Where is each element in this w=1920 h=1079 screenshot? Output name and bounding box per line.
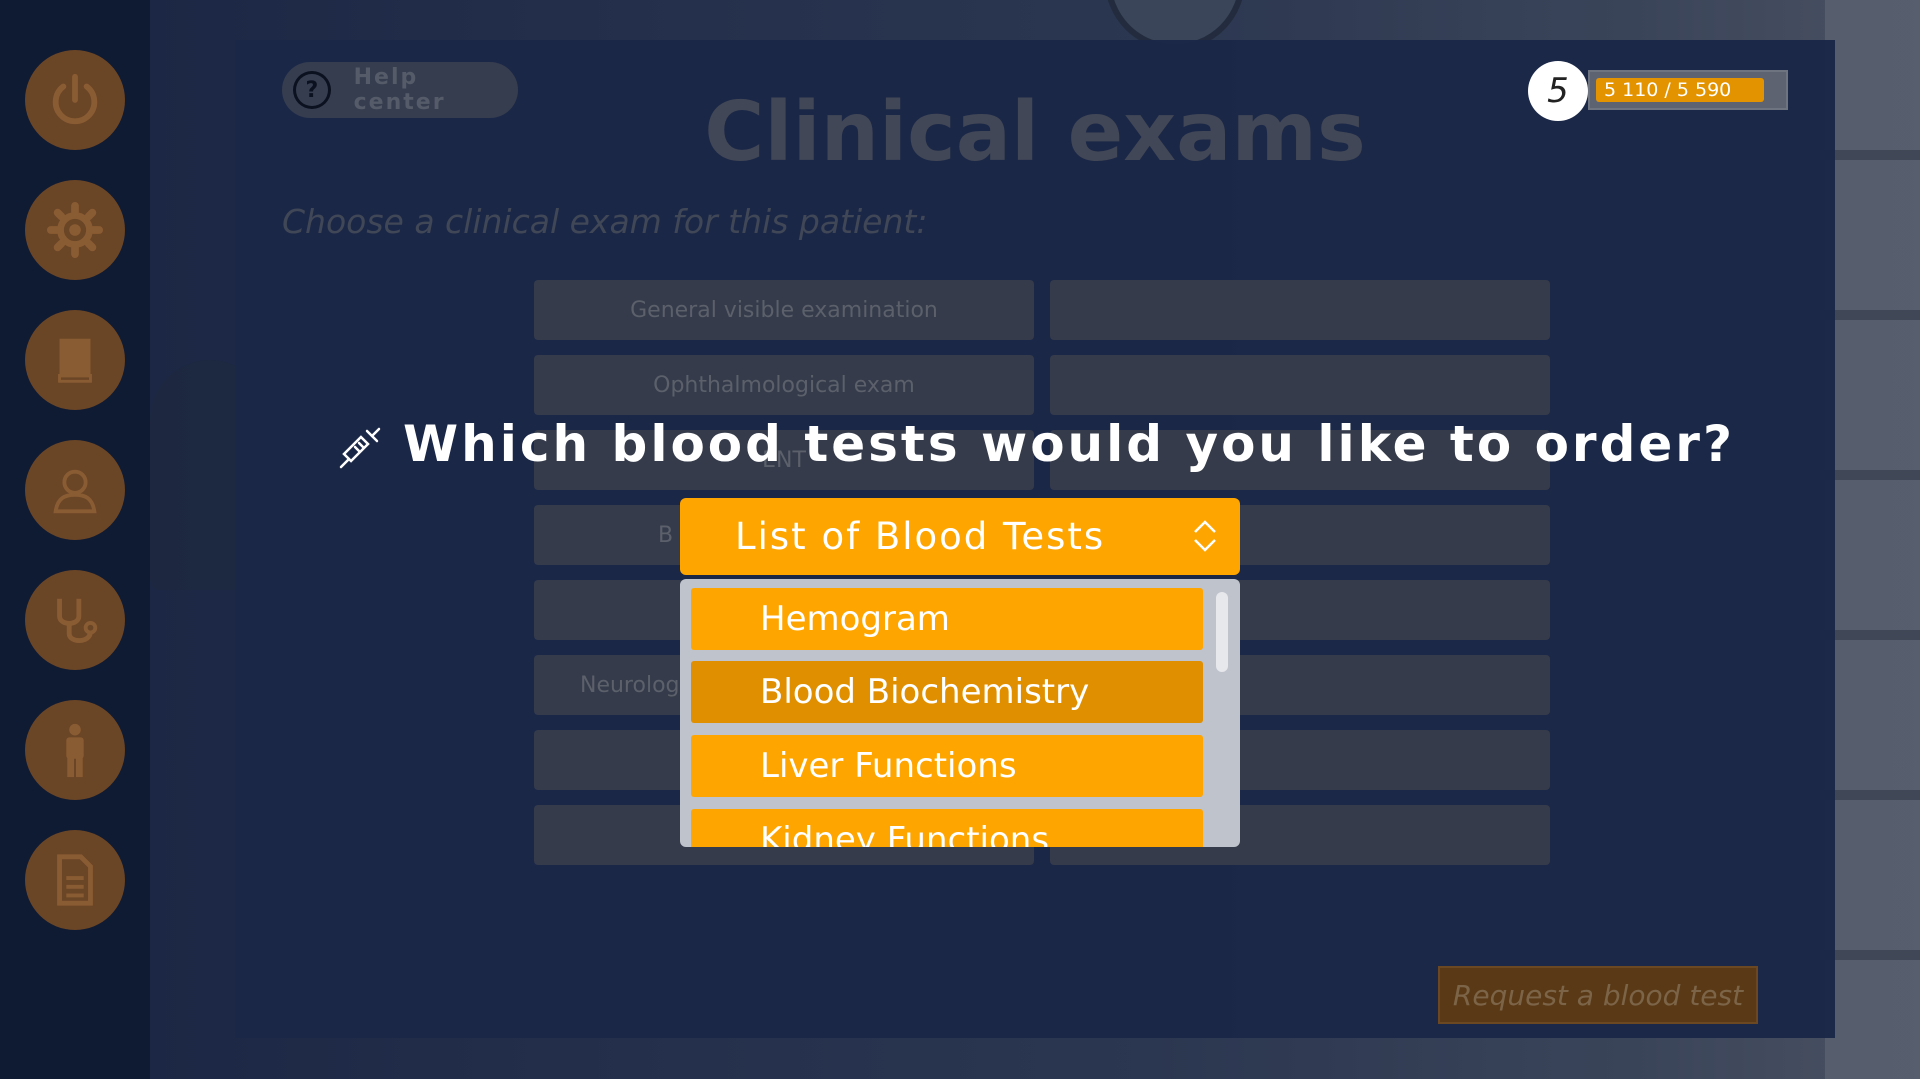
request-blood-test-button[interactable]: Request a blood test <box>1438 966 1758 1024</box>
exam-button[interactable]: Ophthalmological exam <box>534 355 1034 415</box>
patient-body-button[interactable] <box>25 700 125 800</box>
book-icon <box>58 338 92 383</box>
stethoscope-button[interactable] <box>25 570 125 670</box>
report-button[interactable] <box>25 830 125 930</box>
option-blood-biochemistry[interactable]: Blood Biochemistry <box>691 661 1203 723</box>
exam-button[interactable] <box>1050 355 1550 415</box>
stethoscope-icon <box>57 598 98 643</box>
option-kidney-functions[interactable]: Kidney Functions <box>691 809 1203 847</box>
doctor-icon <box>53 469 97 514</box>
gear-icon <box>46 201 104 259</box>
person-icon <box>66 723 84 778</box>
exam-button[interactable] <box>1050 280 1550 340</box>
option-liver-functions[interactable]: Liver Functions <box>691 735 1203 797</box>
library-button[interactable] <box>25 310 125 410</box>
modal-question: Which blood tests would you like to orde… <box>403 415 1735 473</box>
page-subtitle: Choose a clinical exam for this patient: <box>282 202 928 241</box>
settings-button[interactable] <box>25 180 125 280</box>
score-progress-text: 5 110 / 5 590 <box>1604 79 1732 101</box>
chevron-up-down-icon <box>1194 520 1216 552</box>
score-progress-bar: 5 110 / 5 590 <box>1588 70 1788 110</box>
dropdown-scrollbar[interactable] <box>1216 592 1228 672</box>
level-badge: 5 <box>1528 61 1588 121</box>
doctor-button[interactable] <box>25 440 125 540</box>
document-icon <box>57 854 93 906</box>
dropdown-title: List of Blood Tests <box>735 515 1106 558</box>
option-hemogram[interactable]: Hemogram <box>691 588 1203 650</box>
exam-button[interactable]: General visible examination <box>534 280 1034 340</box>
syringe-icon <box>339 427 381 469</box>
dropdown-options-list[interactable]: Hemogram Blood Biochemistry Liver Functi… <box>680 579 1240 847</box>
blood-tests-dropdown[interactable]: List of Blood Tests <box>680 498 1240 575</box>
